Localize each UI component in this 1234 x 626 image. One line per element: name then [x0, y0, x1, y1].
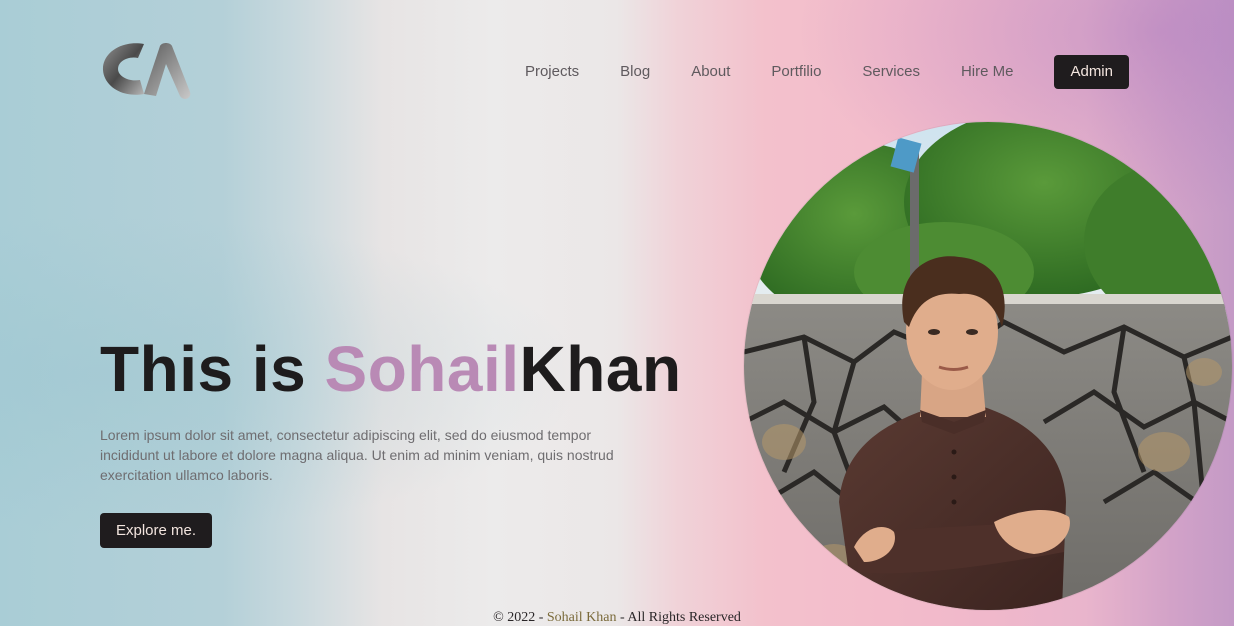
- logo[interactable]: [100, 40, 192, 102]
- nav-item-portfolio[interactable]: Portfilio: [771, 55, 821, 89]
- hero-title-prefix: This is: [100, 333, 325, 405]
- footer-prefix: © 2022 -: [493, 610, 547, 625]
- hero-title-suffix: Khan: [519, 333, 682, 405]
- main-nav: Projects Blog About Portfilio Services H…: [525, 55, 1129, 89]
- nav-item-blog[interactable]: Blog: [620, 55, 650, 89]
- profile-photo-image: [744, 122, 1232, 610]
- ca-monogram-logo-icon: [102, 43, 191, 99]
- explore-button[interactable]: Explore me.: [100, 513, 213, 548]
- footer: © 2022 - Sohail Khan - All Rights Reserv…: [0, 610, 1234, 626]
- footer-suffix: - All Rights Reserved: [616, 610, 741, 625]
- nav-item-projects[interactable]: Projects: [525, 55, 579, 89]
- nav-item-services[interactable]: Services: [862, 55, 920, 89]
- nav-item-about[interactable]: About: [691, 55, 730, 89]
- hero-description: Lorem ipsum dolor sit amet, consectetur …: [100, 427, 614, 483]
- hero-title-accent: Sohail: [324, 333, 520, 405]
- footer-name: Sohail Khan: [546, 610, 617, 625]
- admin-button[interactable]: Admin: [1054, 55, 1129, 89]
- profile-photo: [744, 122, 1232, 610]
- nav-item-hire-me[interactable]: Hire Me: [961, 55, 1014, 89]
- hero-title: This is SohailKhan: [100, 332, 682, 406]
